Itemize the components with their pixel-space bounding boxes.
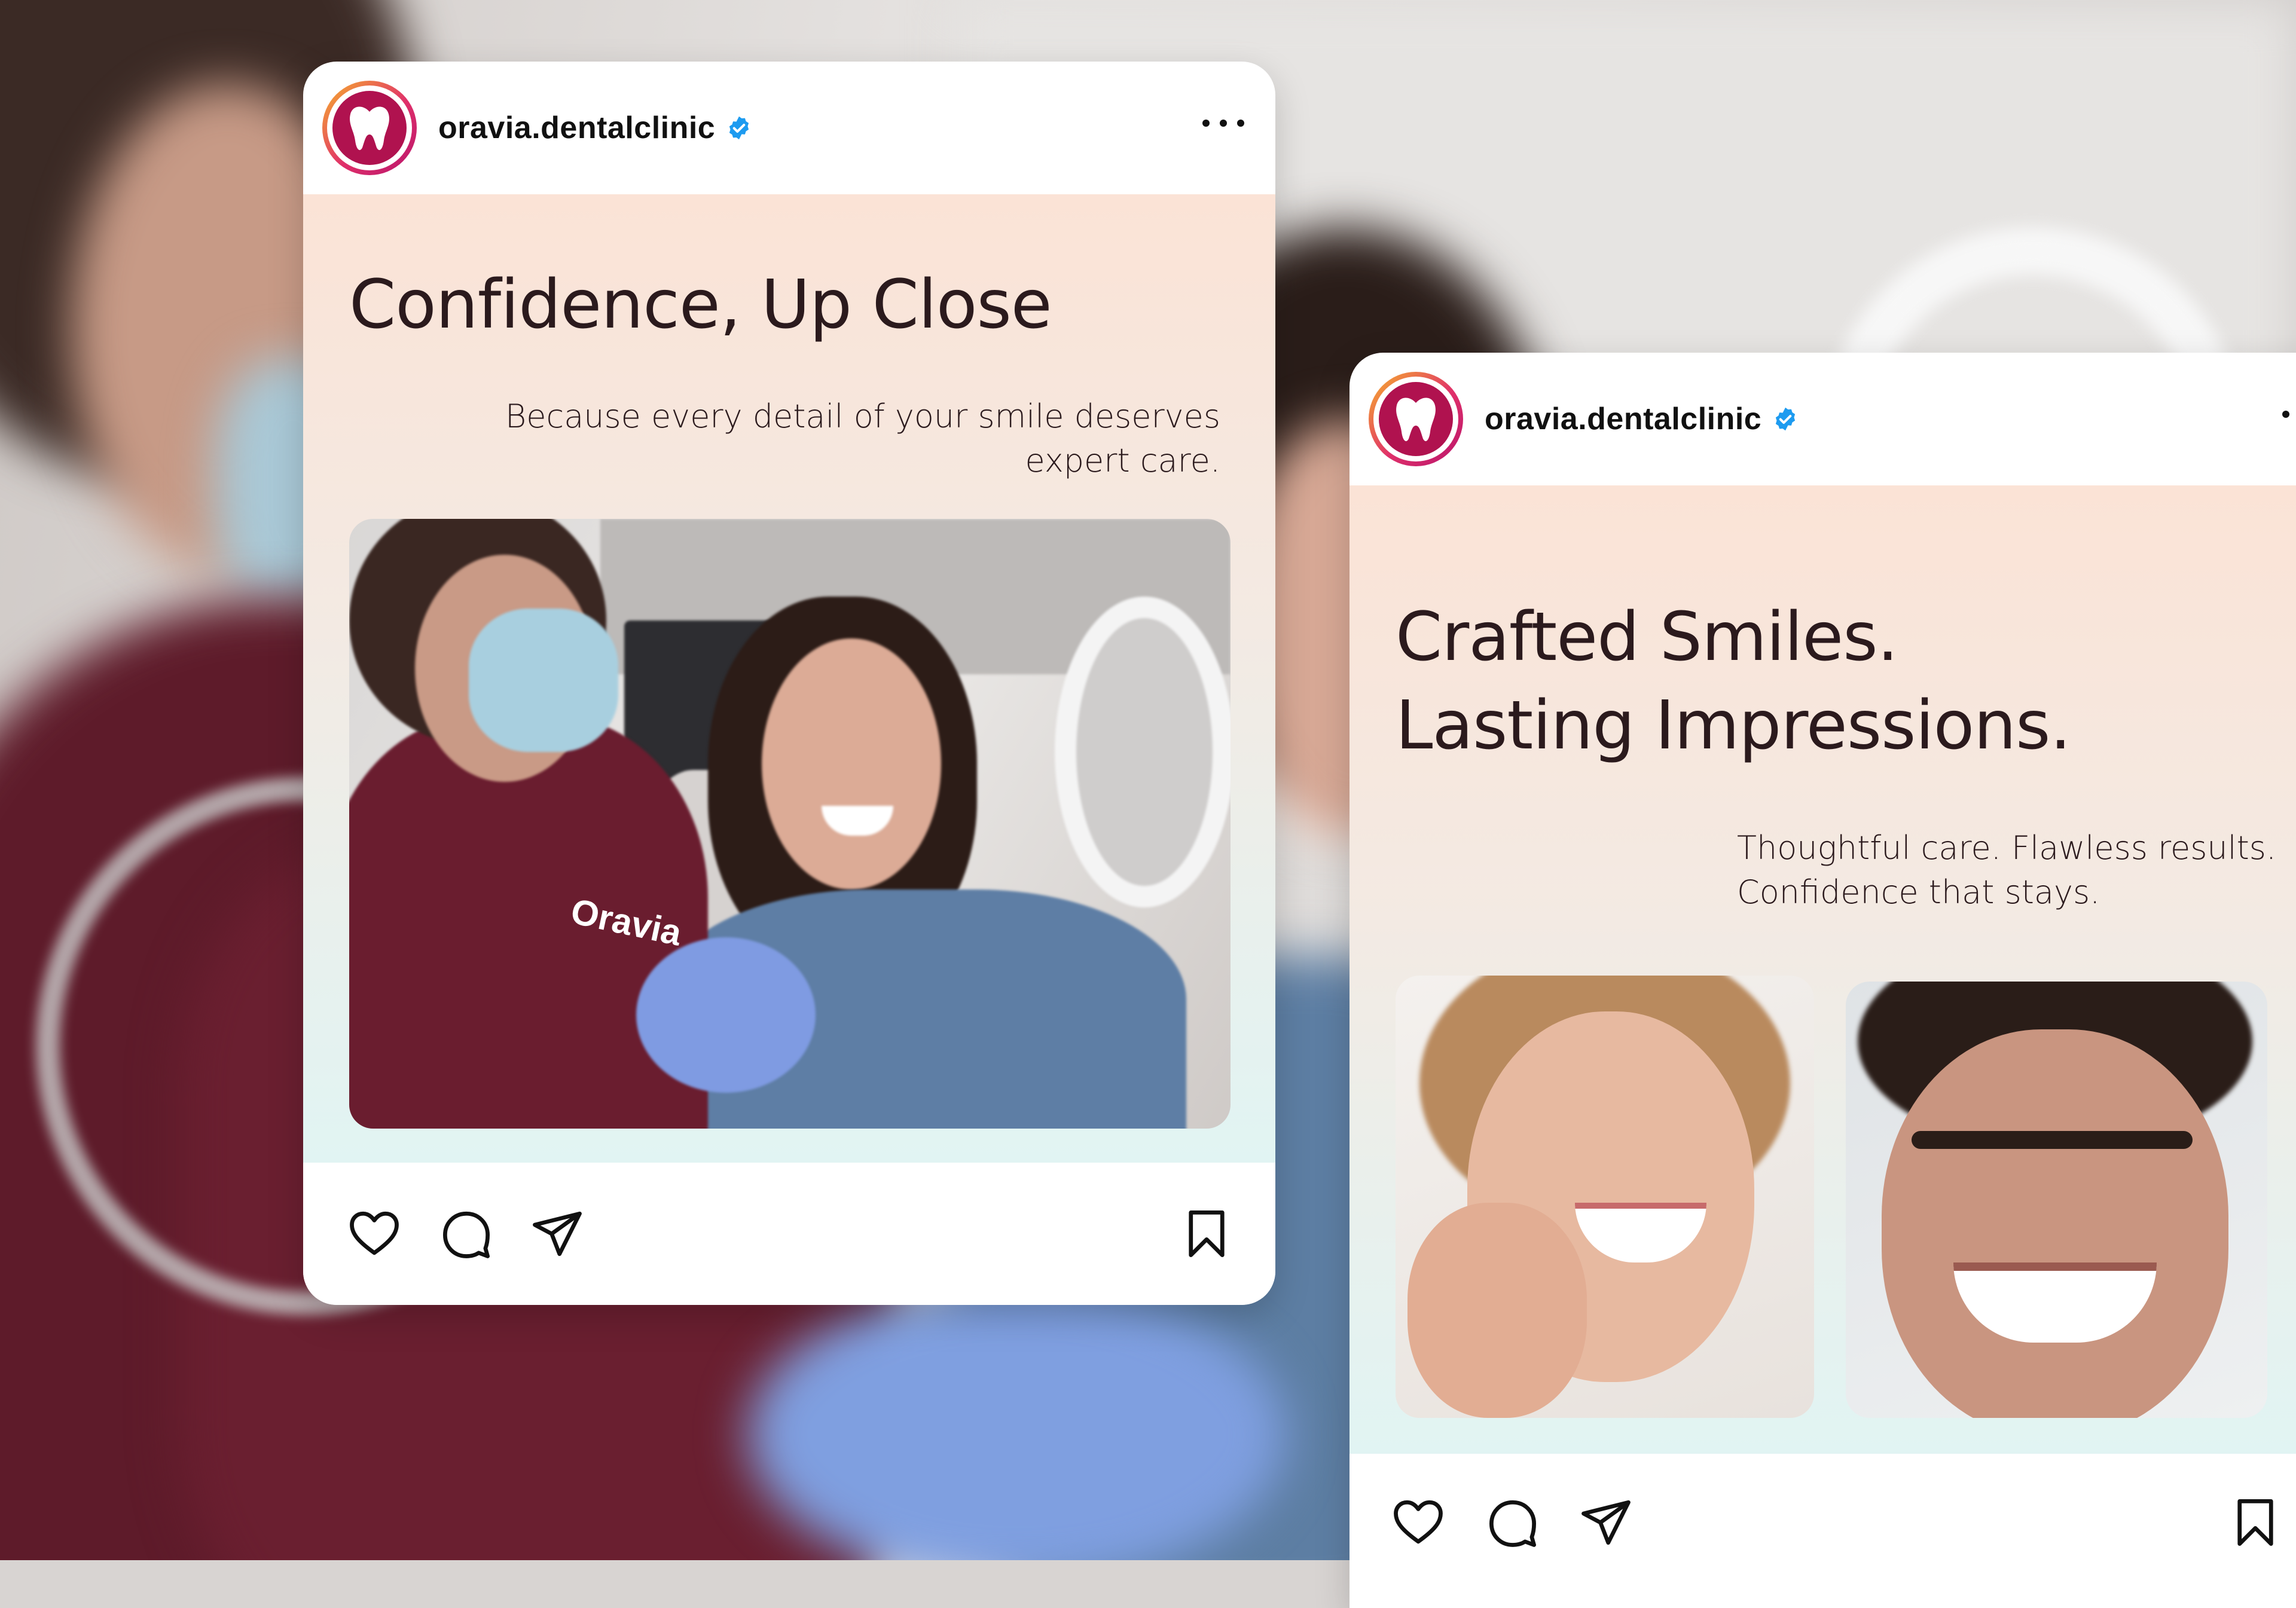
post-subline-line-2: Confidence that stays.	[1737, 873, 2100, 911]
more-dots-icon[interactable]	[1202, 114, 1244, 132]
post-action-bar	[1349, 1454, 2296, 1596]
post-action-bar	[303, 1163, 1275, 1305]
post-subline: Because every detail of your smile deser…	[505, 398, 1220, 479]
bookmark-icon[interactable]	[1180, 1207, 1234, 1261]
send-icon[interactable]	[1579, 1496, 1633, 1549]
verified-badge-icon	[729, 116, 749, 140]
instagram-post-1: oravia.dentalclinic Confidence, Up Close…	[303, 62, 1275, 1305]
post-headline: Confidence, Up Close	[349, 266, 1052, 344]
profile-avatar[interactable]	[1369, 372, 1463, 466]
comment-icon[interactable]	[1486, 1496, 1540, 1549]
post-subline: Thoughtful care. Flawless results. Confi…	[1737, 826, 2296, 915]
photo-dentist-patient: Oravia	[349, 519, 1231, 1129]
bookmark-icon[interactable]	[2228, 1496, 2282, 1549]
profile-avatar[interactable]	[322, 81, 417, 175]
post-header: oravia.dentalclinic	[1349, 353, 2296, 485]
account-username[interactable]: oravia.dentalclinic	[438, 110, 715, 146]
instagram-post-2: oravia.dentalclinic Crafted Smiles. Last…	[1349, 353, 2296, 1608]
comment-icon[interactable]	[439, 1207, 493, 1261]
heart-icon[interactable]	[1391, 1496, 1445, 1549]
tooth-icon	[332, 91, 407, 165]
more-dots-icon[interactable]	[2282, 405, 2296, 423]
account-username[interactable]: oravia.dentalclinic	[1485, 401, 1761, 437]
verified-badge-icon	[1776, 407, 1796, 431]
post-header: oravia.dentalclinic	[303, 62, 1275, 194]
photo-smiling-man	[1846, 982, 2267, 1418]
send-icon[interactable]	[530, 1207, 584, 1261]
photo-smiling-woman	[1396, 976, 1814, 1418]
post-headline-line-2: Lasting Impressions.	[1396, 687, 2071, 765]
heart-icon[interactable]	[347, 1207, 401, 1261]
post-content: Confidence, Up Close Because every detai…	[303, 194, 1275, 1163]
post-headline-line-1: Crafted Smiles.	[1396, 598, 1898, 676]
post-subline-line-1: Thoughtful care. Flawless results.	[1737, 829, 2277, 867]
post-headline: Crafted Smiles. Lasting Impressions.	[1396, 593, 2071, 770]
post-content: Crafted Smiles. Lasting Impressions. Tho…	[1349, 485, 2296, 1454]
tooth-icon	[1379, 382, 1453, 456]
